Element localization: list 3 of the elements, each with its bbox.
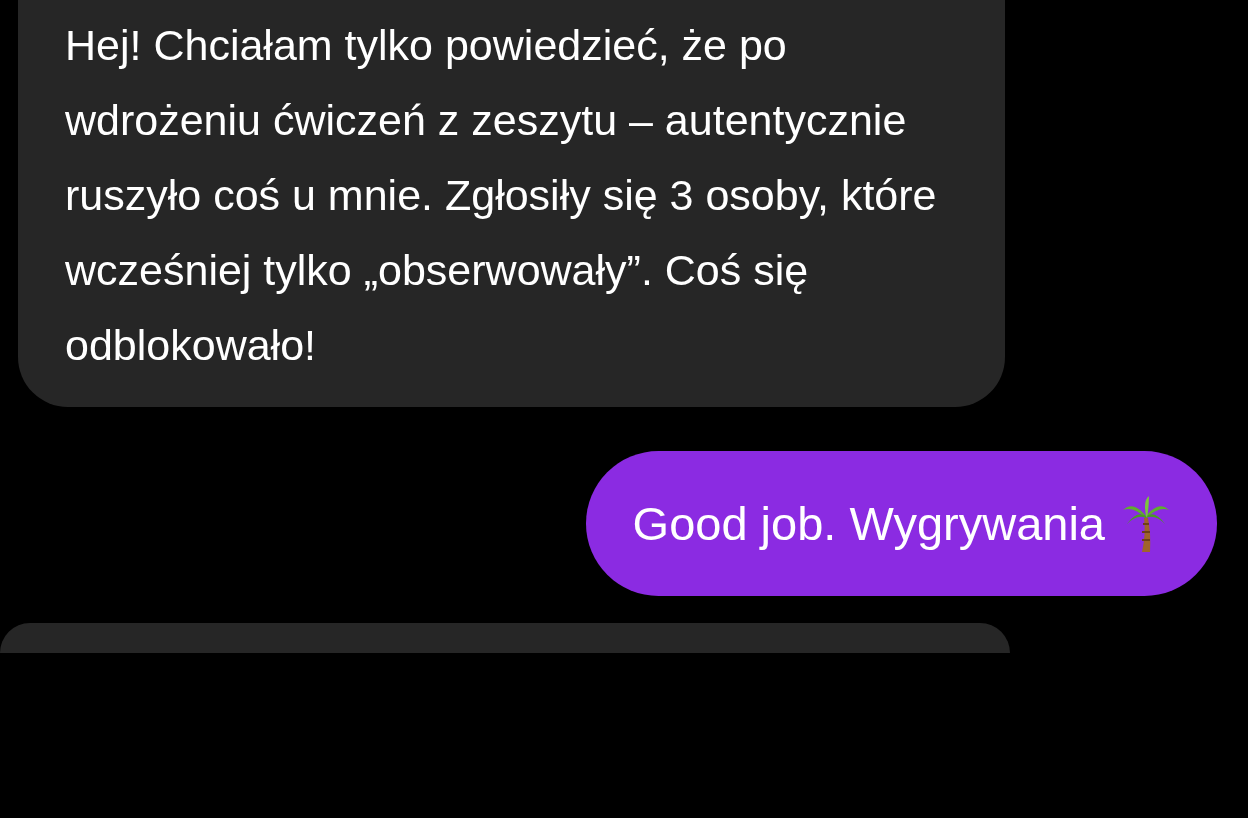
palm-tree-icon xyxy=(1121,493,1171,554)
message-text: Hej! Chciałam tylko powiedzieć, że po wdrożeniu ćwiczeń z zeszytu – autentycznie ruszyło coś u mnie. Zgłosiły się 3 osoby, które wcześniej tylko „obserwowały”. Coś się odblokowało! xyxy=(65,20,938,371)
message-text: Good job. Wygrywania xyxy=(632,496,1105,551)
